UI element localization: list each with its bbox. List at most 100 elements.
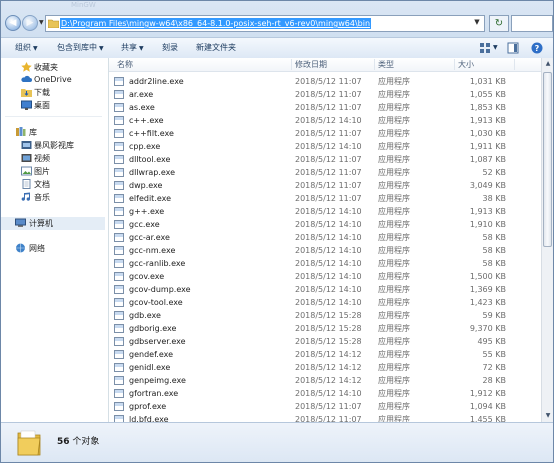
organize-menu[interactable]: 组织 ▼ [15,42,38,54]
file-row[interactable]: gcc-ranlib.exe 2018/5/12 14:10 应用程序 58 KB [109,257,541,270]
file-row[interactable]: cpp.exe 2018/5/12 14:10 应用程序 1,911 KB [109,140,541,153]
file-row[interactable]: gendef.exe 2018/5/12 14:12 应用程序 55 KB [109,348,541,361]
file-size: 1,913 KB [469,207,506,216]
file-name: gdborig.exe [129,324,177,333]
back-button[interactable]: ◀ [5,15,21,31]
nav-downloads[interactable]: 下载 [1,86,105,99]
include-in-library-menu[interactable]: 包含到库中 ▼ [57,42,104,54]
file-size: 1,911 KB [469,142,506,151]
nav-documents[interactable]: 文档 [1,178,105,191]
file-name: ar.exe [129,90,154,99]
view-dropdown[interactable]: ▼ [493,42,498,54]
address-bar[interactable]: D:\Program Files\mingw-w64\x86_64-8.1.0-… [45,15,485,32]
search-input[interactable] [511,15,553,32]
file-name: gcov-tool.exe [129,298,183,307]
file-row[interactable]: c++.exe 2018/5/12 14:10 应用程序 1,913 KB [109,114,541,127]
nav-libraries-label: 库 [29,128,37,137]
nav-onedrive[interactable]: OneDrive [1,73,105,86]
file-type: 应用程序 [378,324,410,333]
file-row[interactable]: gprof.exe 2018/5/12 11:07 应用程序 1,094 KB [109,400,541,413]
file-type: 应用程序 [378,207,410,216]
column-size[interactable]: 大小 [458,59,474,70]
new-folder-button[interactable]: 新建文件夹 [196,42,236,54]
share-menu[interactable]: 共享 ▼ [121,42,144,54]
file-type: 应用程序 [378,350,410,359]
file-date: 2018/5/12 11:07 [295,181,362,190]
address-dropdown[interactable]: ▼ [472,18,482,26]
file-date: 2018/5/12 14:10 [295,142,362,151]
file-row[interactable]: g++.exe 2018/5/12 14:10 应用程序 1,913 KB [109,205,541,218]
exe-icon [114,103,124,112]
nav-libraries[interactable]: 库 [1,126,105,139]
file-row[interactable]: gdbserver.exe 2018/5/12 15:28 应用程序 495 KB [109,335,541,348]
column-divider[interactable] [454,59,455,70]
file-type: 应用程序 [378,168,410,177]
nav-computer[interactable]: 计算机 [1,217,105,230]
column-divider[interactable] [514,59,515,70]
file-size: 28 KB [482,376,506,385]
file-row[interactable]: dlltool.exe 2018/5/12 11:07 应用程序 1,087 KB [109,153,541,166]
nav-music[interactable]: 音乐 [1,191,105,204]
file-type: 应用程序 [378,259,410,268]
file-row[interactable]: gcov-dump.exe 2018/5/12 14:10 应用程序 1,369 KB [109,283,541,296]
file-size: 58 KB [482,246,506,255]
file-row[interactable]: gcov-tool.exe 2018/5/12 14:10 应用程序 1,423 KB [109,296,541,309]
refresh-button[interactable]: ↻ [489,15,509,32]
file-size: 1,369 KB [469,285,506,294]
refresh-icon: ↻ [494,18,504,29]
nav-desktop[interactable]: 桌面 [1,99,105,112]
file-row[interactable]: dllwrap.exe 2018/5/12 11:07 应用程序 52 KB [109,166,541,179]
nav-network[interactable]: 网络 [1,242,105,255]
file-row[interactable]: addr2line.exe 2018/5/12 11:07 应用程序 1,031 KB [109,75,541,88]
file-type: 应用程序 [378,337,410,346]
view-icon[interactable] [479,42,491,54]
file-type: 应用程序 [378,415,410,422]
file-row[interactable]: c++filt.exe 2018/5/12 11:07 应用程序 1,030 KB [109,127,541,140]
file-row[interactable]: gfortran.exe 2018/5/12 14:10 应用程序 1,912 KB [109,387,541,400]
column-type[interactable]: 类型 [378,59,394,70]
column-divider[interactable] [291,59,292,70]
desktop-icon [21,100,32,110]
exe-icon [114,337,124,346]
file-row[interactable]: gcc-ar.exe 2018/5/12 14:10 应用程序 58 KB [109,231,541,244]
file-row[interactable]: genidl.exe 2018/5/12 14:12 应用程序 72 KB [109,361,541,374]
burn-button[interactable]: 刻录 [162,42,178,54]
file-type: 应用程序 [378,389,410,398]
file-row[interactable]: gdborig.exe 2018/5/12 15:28 应用程序 9,370 KB [109,322,541,335]
file-row[interactable]: as.exe 2018/5/12 11:07 应用程序 1,853 KB [109,101,541,114]
address-path[interactable]: D:\Program Files\mingw-w64\x86_64-8.1.0-… [60,18,372,29]
file-row[interactable]: gcc-nm.exe 2018/5/12 14:10 应用程序 58 KB [109,244,541,257]
file-date: 2018/5/12 11:07 [295,194,362,203]
nav-pictures[interactable]: 图片 [1,165,105,178]
file-row[interactable]: genpeimg.exe 2018/5/12 14:12 应用程序 28 KB [109,374,541,387]
column-date[interactable]: 修改日期 [295,59,327,70]
file-date: 2018/5/12 11:07 [295,402,362,411]
help-icon[interactable]: ? [531,42,543,54]
nav-storm-library[interactable]: 暴风影视库 [1,139,105,152]
exe-icon [114,168,124,177]
preview-pane-icon[interactable] [507,42,519,54]
file-size: 38 KB [482,194,506,203]
scroll-up-button[interactable]: ▲ [542,58,553,70]
scroll-thumb[interactable] [543,72,552,247]
forward-button[interactable]: ▶ [22,15,38,31]
file-row[interactable]: ar.exe 2018/5/12 11:07 应用程序 1,055 KB [109,88,541,101]
exe-icon [114,77,124,86]
file-row[interactable]: elfedit.exe 2018/5/12 11:07 应用程序 38 KB [109,192,541,205]
scroll-down-button[interactable]: ▼ [542,410,553,422]
file-row[interactable]: gcov.exe 2018/5/12 14:10 应用程序 1,500 KB [109,270,541,283]
column-name[interactable]: 名称 [117,59,133,70]
exe-icon [114,285,124,294]
file-row[interactable]: ld.bfd.exe 2018/5/12 11:07 应用程序 1,455 KB [109,413,541,422]
nav-storm-label: 暴风影视库 [34,141,74,150]
nav-videos[interactable]: 视频 [1,152,105,165]
file-row[interactable]: gcc.exe 2018/5/12 14:10 应用程序 1,910 KB [109,218,541,231]
file-name: gdbserver.exe [129,337,186,346]
file-row[interactable]: gdb.exe 2018/5/12 15:28 应用程序 59 KB [109,309,541,322]
vertical-scrollbar[interactable]: ▲ ▼ [541,58,553,422]
column-divider[interactable] [374,59,375,70]
file-row[interactable]: dwp.exe 2018/5/12 11:07 应用程序 3,049 KB [109,179,541,192]
nav-videos-label: 视频 [34,154,50,163]
exe-icon [114,233,124,242]
file-date: 2018/5/12 14:10 [295,259,362,268]
